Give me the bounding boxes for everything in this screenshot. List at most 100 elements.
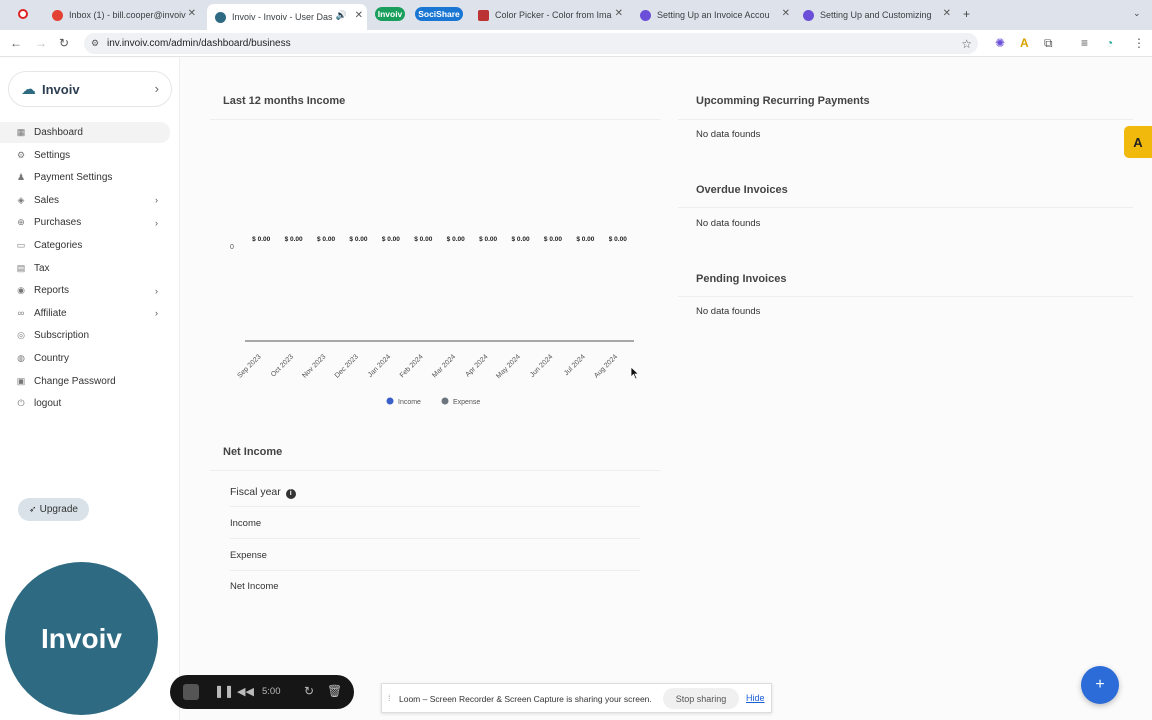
profile-icon[interactable]: ◔ — [1106, 36, 1113, 50]
x-tick-label: May 2024 — [495, 353, 522, 380]
sidebar-item-subscription[interactable]: ◎ Subscription — [0, 325, 170, 346]
net-income-row-income: Income — [230, 518, 262, 529]
card-divider — [678, 119, 1133, 120]
sidebar-item-reports[interactable]: ◉ Reports › — [0, 280, 170, 301]
upcoming-recurring-card: Upcomming Recurring Payments No data fou… — [678, 78, 1133, 158]
sidebar-item-label: Change Password — [34, 375, 116, 387]
rewind-icon[interactable]: ◀◀ — [237, 685, 254, 698]
upgrade-button[interactable]: ➶ Upgrade — [18, 498, 89, 521]
sidebar-item-payment-settings[interactable]: ♟ Payment Settings — [0, 167, 170, 188]
sidebar-item-label: Payment Settings — [34, 172, 113, 184]
browser-tab[interactable]: Inbox (1) - bill.cooper@invoiv ✕ — [44, 4, 200, 26]
chart-icon: ◉ — [17, 285, 25, 296]
tab-search-icon[interactable]: ⌄ — [1133, 8, 1141, 19]
bar-data-label: $ 0.00 — [285, 236, 303, 243]
sidebar-item-sales[interactable]: ◈ Sales › — [0, 190, 170, 211]
legend-label[interactable]: Income — [398, 399, 421, 406]
globe-icon: ◍ — [17, 353, 25, 363]
legend-marker-income[interactable] — [386, 397, 394, 405]
sidebar-item-purchases[interactable]: ⊕ Purchases › — [0, 212, 170, 233]
browser-tab[interactable]: Setting Up and Customizing ✕ — [795, 4, 955, 26]
invoiv-logo-icon: ☁ — [21, 81, 36, 98]
x-tick-label: Jul 2024 — [563, 353, 587, 377]
browser-tab-bar: Inbox (1) - bill.cooper@invoiv ✕ Invoiv … — [0, 0, 1152, 30]
tag-icon: ◈ — [17, 194, 25, 205]
bar-data-label: $ 0.00 — [414, 236, 432, 243]
reading-list-icon[interactable]: ≡ — [1081, 36, 1088, 50]
sidebar-item-change-password[interactable]: ▣ Change Password — [0, 371, 170, 392]
share-message: Loom – Screen Recorder & Screen Capture … — [399, 694, 652, 704]
browser-tab[interactable]: Setting Up an Invoice Accou ✕ — [632, 4, 794, 26]
sidebar-item-categories[interactable]: ▭ Categories — [0, 235, 170, 256]
record-indicator-icon[interactable] — [18, 9, 28, 19]
color-picker-icon — [478, 9, 489, 21]
tab-group-socishare[interactable]: SociShare — [415, 7, 463, 21]
chevron-right-icon[interactable]: › — [155, 195, 158, 205]
sidebar-item-label: Affiliate — [34, 307, 67, 319]
add-fab-button[interactable]: + — [1081, 666, 1119, 704]
sidebar-item-label: Purchases — [34, 217, 82, 229]
stop-sharing-button[interactable]: Stop sharing — [663, 688, 739, 709]
extension-icon[interactable]: A — [1020, 36, 1029, 50]
browser-toolbar: ← → ↻ ⚙ inv.invoiv.com/admin/dashboard/b… — [0, 30, 1152, 57]
sidebar-item-dashboard[interactable]: ▦ Dashboard — [0, 122, 170, 143]
settings-tab-icon — [640, 9, 651, 21]
reload-icon[interactable]: ↻ — [59, 36, 69, 50]
pause-icon[interactable]: ❚❚ — [214, 684, 234, 698]
new-tab-icon[interactable]: + — [963, 7, 970, 21]
extension-side-tab[interactable]: A — [1124, 126, 1152, 158]
browser-tab-active[interactable]: Invoiv - Invoiv - User Das 🔊 ✕ — [207, 4, 367, 30]
site-info-icon[interactable]: ⚙ — [91, 38, 99, 49]
restart-icon[interactable]: ↻ — [304, 684, 314, 698]
sidebar-item-country[interactable]: ◍ Country — [0, 348, 170, 369]
x-tick-label: Dec 2023 — [334, 353, 360, 379]
bar-data-label: $ 0.00 — [479, 236, 497, 243]
close-tab-icon[interactable]: ✕ — [615, 8, 623, 19]
grid-icon: ▦ — [16, 127, 26, 137]
extensions-puzzle-icon[interactable]: ⧉ — [1044, 36, 1053, 51]
sidebar-item-affiliate[interactable]: ∞ Affiliate › — [0, 303, 170, 324]
x-tick-label: Apr 2024 — [464, 353, 489, 378]
stop-record-icon[interactable] — [183, 684, 199, 700]
brand-switcher[interactable]: ☁ Invoiv › — [8, 71, 172, 107]
sidebar-item-tax[interactable]: ▤ Tax — [0, 258, 170, 279]
back-icon[interactable]: ← — [10, 36, 22, 50]
row-divider — [230, 538, 640, 539]
recurring-title: Upcomming Recurring Payments — [696, 95, 870, 107]
close-tab-icon[interactable]: ✕ — [188, 8, 196, 19]
link-icon: ∞ — [17, 308, 25, 319]
card-divider — [678, 207, 1133, 208]
legend-label[interactable]: Expense — [453, 399, 480, 406]
hide-link[interactable]: Hide — [746, 693, 765, 703]
browser-tab[interactable]: Color Picker - Color from Ima ✕ — [470, 4, 627, 26]
chevron-right-icon[interactable]: › — [155, 81, 159, 96]
income-chart-title: Last 12 months Income — [223, 95, 346, 107]
loom-camera-bubble[interactable]: Invoiv — [5, 562, 158, 715]
sidebar-item-logout[interactable]: ⏻ logout — [0, 393, 170, 414]
chevron-right-icon[interactable]: › — [155, 218, 158, 228]
sidebar-item-settings[interactable]: ⚙ Settings — [0, 145, 170, 166]
net-income-row-expense: Expense — [230, 550, 267, 561]
drag-handle-icon[interactable]: ⁞ — [388, 693, 391, 703]
menu-kebab-icon[interactable]: ⋮ — [1133, 36, 1145, 50]
sidebar-item-label: Categories — [34, 240, 83, 251]
card-divider — [210, 470, 660, 471]
chevron-right-icon[interactable]: › — [155, 286, 158, 296]
camera-logo-text: Invoiv — [41, 622, 122, 654]
close-tab-icon[interactable]: ✕ — [355, 10, 363, 21]
close-tab-icon[interactable]: ✕ — [782, 8, 790, 19]
x-tick-label: Jun 2024 — [529, 353, 554, 378]
address-bar[interactable]: ⚙ inv.invoiv.com/admin/dashboard/busines… — [84, 33, 978, 54]
speaker-icon[interactable]: 🔊 — [336, 10, 347, 21]
extension-icon[interactable]: ✺ — [995, 36, 1005, 50]
info-icon[interactable]: i — [285, 489, 296, 499]
bookmark-star-icon[interactable]: ☆ — [961, 37, 972, 51]
chevron-right-icon[interactable]: › — [155, 308, 158, 318]
tab-group-invoiv[interactable]: Invoiv — [375, 7, 405, 21]
sidebar-item-label: Reports — [34, 285, 70, 297]
forward-icon[interactable]: → — [35, 36, 47, 50]
sidebar-item-label: Sales — [34, 194, 60, 206]
trash-icon[interactable]: 🗑 — [327, 684, 342, 698]
legend-marker-expense[interactable] — [441, 397, 449, 405]
close-tab-icon[interactable]: ✕ — [943, 8, 951, 19]
